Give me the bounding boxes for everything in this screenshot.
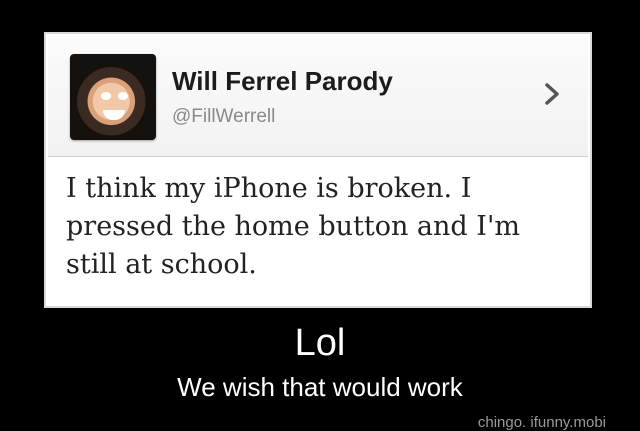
caption-title: Lol bbox=[294, 322, 346, 364]
avatar-eye-right bbox=[118, 92, 128, 100]
tweet-card: Will Ferrel Parody @FillWerrell I think … bbox=[44, 32, 592, 308]
caption-subtitle: We wish that would work bbox=[177, 372, 463, 402]
meme-poster: Will Ferrel Parody @FillWerrell I think … bbox=[0, 0, 640, 431]
avatar-mouth bbox=[103, 110, 125, 120]
user-handle[interactable]: @FillWerrell bbox=[172, 106, 275, 128]
avatar[interactable] bbox=[70, 54, 156, 140]
display-name[interactable]: Will Ferrel Parody bbox=[172, 66, 393, 97]
avatar-eye-left bbox=[101, 92, 111, 100]
tweet-header[interactable]: Will Ferrel Parody @FillWerrell bbox=[48, 36, 588, 157]
chevron-right-icon[interactable] bbox=[538, 80, 566, 108]
tweet-text: I think my iPhone is broken. I pressed t… bbox=[66, 173, 520, 280]
watermark: chingo. ifunny.mobi bbox=[477, 414, 606, 431]
